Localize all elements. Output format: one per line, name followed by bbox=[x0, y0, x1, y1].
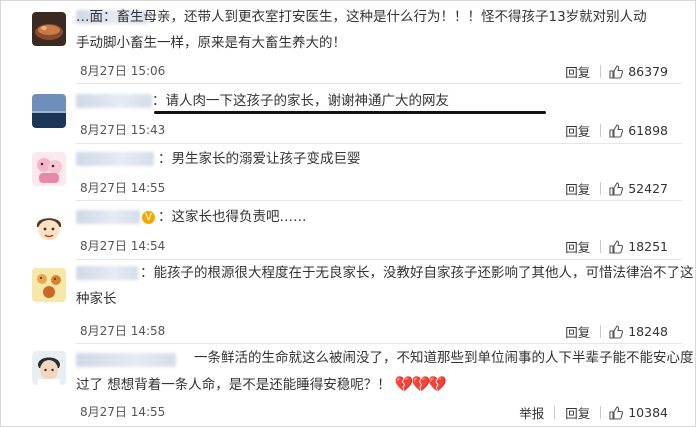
like-count: 10384 bbox=[628, 405, 668, 420]
thumbs-up-icon bbox=[609, 64, 624, 79]
username-blurred[interactable] bbox=[76, 94, 152, 108]
like-button[interactable]: 18251 bbox=[609, 239, 668, 254]
thumbs-up-icon bbox=[609, 239, 624, 254]
reply-button[interactable]: 回复 bbox=[565, 322, 590, 341]
comment-actions: 回复 61898 bbox=[555, 121, 668, 140]
comment-line-1: ：男生家长的溺爱让孩子变成巨婴 bbox=[158, 151, 361, 167]
divider bbox=[554, 406, 556, 419]
divider bbox=[600, 65, 602, 78]
avatar[interactable] bbox=[32, 351, 66, 385]
comment-line-2: 种家长 bbox=[76, 291, 117, 307]
reply-button[interactable]: 回复 bbox=[565, 179, 590, 198]
comment-line-1-text: ：这家长也得负责吧…… bbox=[158, 209, 307, 225]
comment-line-1: ：能孩子的根源很大程度在于无良家长，没教好自家孩子还影响了其他人，可惜法律治不了… bbox=[140, 265, 694, 281]
verified-badge: V bbox=[142, 211, 155, 224]
like-count: 86379 bbox=[628, 64, 668, 79]
comment-actions: 回复 18248 bbox=[555, 322, 668, 341]
divider bbox=[600, 406, 602, 419]
reply-button[interactable]: 回复 bbox=[565, 121, 590, 140]
comment-line-2: 手动脚小畜生一样，原来是有大畜生养大的！ bbox=[76, 35, 346, 51]
like-button[interactable]: 52427 bbox=[609, 181, 668, 196]
divider bbox=[600, 240, 602, 253]
comment-time: 8月27日 15:43 bbox=[80, 123, 166, 137]
comment-actions: 举报 回复 10384 bbox=[509, 403, 668, 422]
avatar[interactable] bbox=[32, 152, 66, 186]
like-count: 18248 bbox=[628, 324, 668, 339]
comment-text: 一条鲜活的生命就这么被闹没了，不知道那些到单位闹事的人下半辈子能不能安心度 过了… bbox=[76, 345, 696, 398]
like-count: 61898 bbox=[628, 123, 668, 138]
like-button[interactable]: 18248 bbox=[609, 324, 668, 339]
comment-line-1: 一条鲜活的生命就这么被闹没了，不知道那些到单位闹事的人下半辈子能不能安心度 bbox=[194, 350, 694, 366]
comment-time: 8月27日 14:58 bbox=[80, 324, 166, 338]
comment-text: …面：畜生母亲，还带人到更衣室打安医生，这种是什么行为！！！怪不得孩子13岁就对… bbox=[76, 4, 676, 56]
avatar[interactable] bbox=[32, 268, 66, 302]
divider bbox=[600, 124, 602, 137]
comment-actions: 回复 18251 bbox=[555, 237, 668, 256]
thumbs-up-icon bbox=[609, 123, 624, 138]
comment-line-1: …面：畜生母亲，还带人到更衣室打安医生，这种是什么行为！！！怪不得孩子13岁就对… bbox=[76, 9, 647, 25]
username-blurred[interactable] bbox=[76, 266, 138, 280]
highlight-underline bbox=[154, 111, 546, 114]
thumbs-up-icon bbox=[609, 324, 624, 339]
comment-divider bbox=[76, 343, 682, 344]
comment-divider bbox=[76, 143, 682, 144]
comment-time: 8月27日 14:55 bbox=[80, 405, 166, 419]
comment-line-1: V ：这家长也得负责吧…… bbox=[142, 204, 696, 230]
divider bbox=[600, 182, 602, 195]
comment-text: V ：这家长也得负责吧…… bbox=[142, 204, 696, 230]
comment-text: ：能孩子的根源很大程度在于无良家长，没教好自家孩子还影响了其他人，可惜法律治不了… bbox=[76, 260, 696, 312]
comment-time: 8月27日 14:54 bbox=[80, 239, 166, 253]
comment-time: 8月27日 15:06 bbox=[80, 64, 166, 78]
username-blurred[interactable] bbox=[76, 210, 140, 224]
like-button[interactable]: 10384 bbox=[609, 405, 668, 420]
reply-button[interactable]: 回复 bbox=[565, 237, 590, 256]
comment-line-2-text: 过了 想想背着一条人命，是不是还能睡得安稳呢？！ bbox=[76, 377, 391, 393]
divider bbox=[600, 325, 602, 338]
reply-button[interactable]: 回复 bbox=[565, 403, 590, 422]
like-button[interactable]: 86379 bbox=[609, 64, 668, 79]
comment-actions: 回复 52427 bbox=[555, 179, 668, 198]
like-count: 52427 bbox=[628, 181, 668, 196]
like-button[interactable]: 61898 bbox=[609, 123, 668, 138]
comment-time: 8月27日 14:55 bbox=[80, 181, 166, 195]
comment-divider bbox=[76, 83, 682, 84]
like-count: 18251 bbox=[628, 239, 668, 254]
report-button[interactable]: 举报 bbox=[519, 403, 544, 422]
avatar[interactable] bbox=[32, 94, 66, 128]
broken-heart-icons: 💔💔💔 bbox=[394, 375, 447, 393]
username-blurred[interactable] bbox=[76, 353, 176, 367]
thumbs-up-icon bbox=[609, 405, 624, 420]
reply-button[interactable]: 回复 bbox=[565, 62, 590, 81]
comment-line-2: 过了 想想背着一条人命，是不是还能睡得安稳呢？！ 💔💔💔 bbox=[76, 371, 696, 398]
comment-text: ：男生家长的溺爱让孩子变成巨婴 bbox=[158, 146, 696, 172]
username-blurred[interactable] bbox=[76, 152, 154, 166]
avatar[interactable] bbox=[32, 209, 66, 243]
comment-actions: 回复 86379 bbox=[555, 62, 668, 81]
avatar[interactable] bbox=[32, 12, 66, 46]
comment-divider bbox=[76, 200, 682, 201]
thumbs-up-icon bbox=[609, 181, 624, 196]
